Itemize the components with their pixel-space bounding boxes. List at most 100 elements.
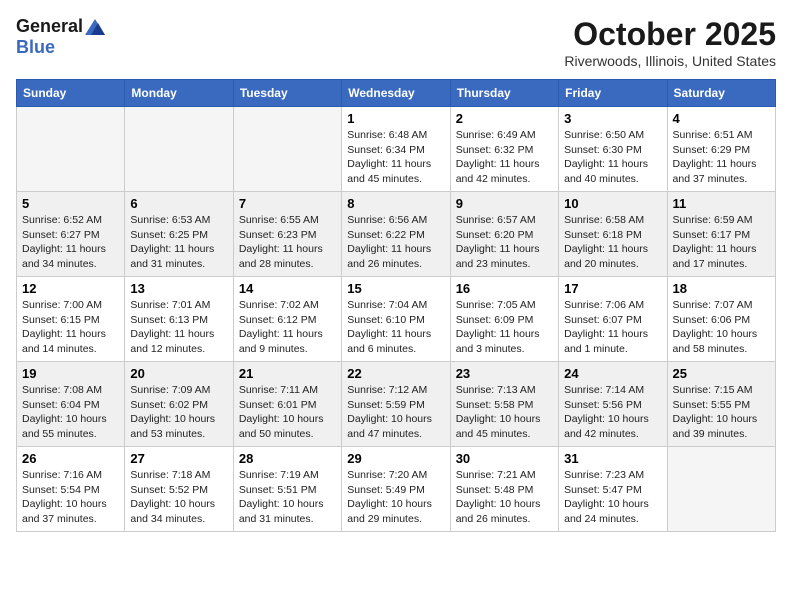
logo-icon — [85, 19, 105, 35]
day-info: Sunrise: 7:23 AMSunset: 5:47 PMDaylight:… — [564, 468, 661, 527]
day-cell: 23 Sunrise: 7:13 AMSunset: 5:58 PMDayligh… — [450, 362, 558, 447]
day-info: Sunrise: 7:21 AMSunset: 5:48 PMDaylight:… — [456, 468, 553, 527]
day-cell: 14Sunrise: 7:02 AMSunset: 6:12 PMDayligh… — [233, 277, 341, 362]
day-cell: 31 Sunrise: 7:23 AMSunset: 5:47 PMDayligh… — [559, 447, 667, 532]
day-cell: 17Sunrise: 7:06 AMSunset: 6:07 PMDayligh… — [559, 277, 667, 362]
day-cell: 25 Sunrise: 7:15 AMSunset: 5:55 PMDayligh… — [667, 362, 775, 447]
calendar-header-row: SundayMondayTuesdayWednesdayThursdayFrid… — [17, 80, 776, 107]
day-number: 2 — [456, 111, 553, 126]
header-day-monday: Monday — [125, 80, 233, 107]
day-info: Sunrise: 6:55 AMSunset: 6:23 PMDaylight:… — [239, 213, 336, 272]
day-number: 11 — [673, 196, 770, 211]
location: Riverwoods, Illinois, United States — [564, 53, 776, 69]
header-day-wednesday: Wednesday — [342, 80, 450, 107]
day-number: 27 — [130, 451, 227, 466]
day-number: 28 — [239, 451, 336, 466]
logo-blue: Blue — [16, 37, 55, 57]
day-cell: 19Sunrise: 7:08 AMSunset: 6:04 PMDayligh… — [17, 362, 125, 447]
week-row-2: 5 Sunrise: 6:52 AMSunset: 6:27 PMDaylight… — [17, 192, 776, 277]
day-info: Sunrise: 6:58 AMSunset: 6:18 PMDaylight:… — [564, 213, 661, 272]
day-cell: 26 Sunrise: 7:16 AMSunset: 5:54 PMDayligh… — [17, 447, 125, 532]
day-info: Sunrise: 6:48 AMSunset: 6:34 PMDaylight:… — [347, 128, 444, 187]
day-number: 20 — [130, 366, 227, 381]
day-number: 25 — [673, 366, 770, 381]
day-cell: 21 Sunrise: 7:11 AMSunset: 6:01 PMDayligh… — [233, 362, 341, 447]
day-number: 18 — [673, 281, 770, 296]
day-number: 26 — [22, 451, 119, 466]
day-number: 4 — [673, 111, 770, 126]
day-cell: 12 Sunrise: 7:00 AMSunset: 6:15 PMDayligh… — [17, 277, 125, 362]
day-number: 31 — [564, 451, 661, 466]
day-number: 8 — [347, 196, 444, 211]
calendar: SundayMondayTuesdayWednesdayThursdayFrid… — [16, 79, 776, 532]
day-number: 12 — [22, 281, 119, 296]
day-cell: 2Sunrise: 6:49 AMSunset: 6:32 PMDaylight… — [450, 107, 558, 192]
logo-general: General — [16, 16, 83, 37]
day-cell — [17, 107, 125, 192]
day-cell: 22Sunrise: 7:12 AMSunset: 5:59 PMDayligh… — [342, 362, 450, 447]
day-cell — [667, 447, 775, 532]
day-cell: 24 Sunrise: 7:14 AMSunset: 5:56 PMDayligh… — [559, 362, 667, 447]
header-day-sunday: Sunday — [17, 80, 125, 107]
day-cell: 9Sunrise: 6:57 AMSunset: 6:20 PMDaylight… — [450, 192, 558, 277]
day-info: Sunrise: 7:00 AMSunset: 6:15 PMDaylight:… — [22, 298, 119, 357]
title-area: October 2025 Riverwoods, Illinois, Unite… — [564, 16, 776, 69]
day-cell: 13 Sunrise: 7:01 AMSunset: 6:13 PMDayligh… — [125, 277, 233, 362]
day-info: Sunrise: 6:56 AMSunset: 6:22 PMDaylight:… — [347, 213, 444, 272]
day-number: 5 — [22, 196, 119, 211]
day-cell: 16Sunrise: 7:05 AMSunset: 6:09 PMDayligh… — [450, 277, 558, 362]
day-number: 10 — [564, 196, 661, 211]
week-row-3: 12 Sunrise: 7:00 AMSunset: 6:15 PMDayligh… — [17, 277, 776, 362]
day-info: Sunrise: 6:52 AMSunset: 6:27 PMDaylight:… — [22, 213, 119, 272]
day-info: Sunrise: 7:07 AMSunset: 6:06 PMDaylight:… — [673, 298, 770, 357]
day-cell: 10 Sunrise: 6:58 AMSunset: 6:18 PMDayligh… — [559, 192, 667, 277]
day-number: 13 — [130, 281, 227, 296]
day-cell: 28 Sunrise: 7:19 AMSunset: 5:51 PMDayligh… — [233, 447, 341, 532]
day-info: Sunrise: 7:15 AMSunset: 5:55 PMDaylight:… — [673, 383, 770, 442]
day-info: Sunrise: 7:16 AMSunset: 5:54 PMDaylight:… — [22, 468, 119, 527]
day-info: Sunrise: 7:04 AMSunset: 6:10 PMDaylight:… — [347, 298, 444, 357]
day-info: Sunrise: 7:05 AMSunset: 6:09 PMDaylight:… — [456, 298, 553, 357]
day-number: 15 — [347, 281, 444, 296]
day-number: 3 — [564, 111, 661, 126]
day-info: Sunrise: 6:50 AMSunset: 6:30 PMDaylight:… — [564, 128, 661, 187]
day-cell: 7 Sunrise: 6:55 AMSunset: 6:23 PMDaylight… — [233, 192, 341, 277]
day-number: 6 — [130, 196, 227, 211]
day-cell: 29Sunrise: 7:20 AMSunset: 5:49 PMDayligh… — [342, 447, 450, 532]
day-info: Sunrise: 7:01 AMSunset: 6:13 PMDaylight:… — [130, 298, 227, 357]
day-cell: 4 Sunrise: 6:51 AMSunset: 6:29 PMDaylight… — [667, 107, 775, 192]
day-number: 9 — [456, 196, 553, 211]
day-number: 19 — [22, 366, 119, 381]
day-cell — [233, 107, 341, 192]
day-info: Sunrise: 7:11 AMSunset: 6:01 PMDaylight:… — [239, 383, 336, 442]
day-info: Sunrise: 7:18 AMSunset: 5:52 PMDaylight:… — [130, 468, 227, 527]
header-day-thursday: Thursday — [450, 80, 558, 107]
day-info: Sunrise: 7:19 AMSunset: 5:51 PMDaylight:… — [239, 468, 336, 527]
day-cell: 15 Sunrise: 7:04 AMSunset: 6:10 PMDayligh… — [342, 277, 450, 362]
day-cell: 30 Sunrise: 7:21 AMSunset: 5:48 PMDayligh… — [450, 447, 558, 532]
day-cell: 1 Sunrise: 6:48 AMSunset: 6:34 PMDaylight… — [342, 107, 450, 192]
day-number: 21 — [239, 366, 336, 381]
day-cell: 6 Sunrise: 6:53 AMSunset: 6:25 PMDaylight… — [125, 192, 233, 277]
day-number: 30 — [456, 451, 553, 466]
header-day-friday: Friday — [559, 80, 667, 107]
month-title: October 2025 — [564, 16, 776, 53]
header-day-tuesday: Tuesday — [233, 80, 341, 107]
week-row-5: 26 Sunrise: 7:16 AMSunset: 5:54 PMDayligh… — [17, 447, 776, 532]
day-info: Sunrise: 6:53 AMSunset: 6:25 PMDaylight:… — [130, 213, 227, 272]
day-number: 1 — [347, 111, 444, 126]
day-info: Sunrise: 6:59 AMSunset: 6:17 PMDaylight:… — [673, 213, 770, 272]
day-number: 14 — [239, 281, 336, 296]
day-number: 23 — [456, 366, 553, 381]
day-info: Sunrise: 6:51 AMSunset: 6:29 PMDaylight:… — [673, 128, 770, 187]
day-cell: 8 Sunrise: 6:56 AMSunset: 6:22 PMDaylight… — [342, 192, 450, 277]
day-number: 22 — [347, 366, 444, 381]
day-cell: 5 Sunrise: 6:52 AMSunset: 6:27 PMDaylight… — [17, 192, 125, 277]
day-number: 24 — [564, 366, 661, 381]
day-number: 7 — [239, 196, 336, 211]
day-cell: 18 Sunrise: 7:07 AMSunset: 6:06 PMDayligh… — [667, 277, 775, 362]
day-info: Sunrise: 7:13 AMSunset: 5:58 PMDaylight:… — [456, 383, 553, 442]
week-row-4: 19Sunrise: 7:08 AMSunset: 6:04 PMDayligh… — [17, 362, 776, 447]
day-info: Sunrise: 7:14 AMSunset: 5:56 PMDaylight:… — [564, 383, 661, 442]
header: General Blue October 2025 Riverwoods, Il… — [16, 16, 776, 69]
